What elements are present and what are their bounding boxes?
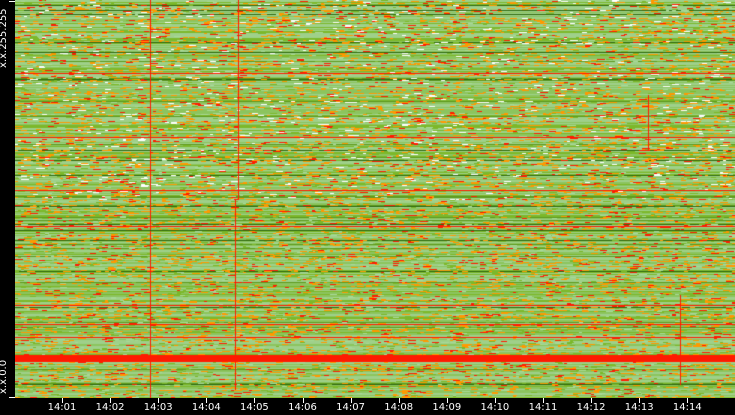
x-tick-label: 14:04 (191, 402, 221, 413)
y-tick-top (9, 1, 15, 2)
x-tick-label: 14:06 (288, 402, 317, 413)
x-tick-label: 14:02 (95, 402, 125, 413)
x-tick-label: 14:11 (528, 402, 558, 413)
y-tick-bottom (9, 397, 15, 398)
x-tick-label: 14:10 (480, 402, 510, 413)
heatmap-canvas (15, 0, 735, 398)
y-tick-label-bottom: x.x.0.0 (0, 359, 9, 394)
x-tick-label: 14:07 (336, 402, 366, 413)
x-tick-label: 14:08 (384, 402, 414, 413)
y-tick-label-top: x.x.255.255 (0, 8, 9, 68)
heatmap-chart: x.x.255.255 x.x.0.0 14:01 14:02 14:03 14:04… (0, 0, 735, 415)
x-tick-label: 14:05 (239, 402, 269, 413)
x-tick-label: 14:13 (624, 402, 654, 413)
x-tick-label: 14:03 (143, 402, 173, 413)
x-tick-label: 14:09 (432, 402, 462, 413)
x-tick-label: 14:12 (576, 402, 606, 413)
x-tick-label: 14:01 (47, 402, 77, 413)
x-tick-label: 14:14 (672, 402, 702, 413)
